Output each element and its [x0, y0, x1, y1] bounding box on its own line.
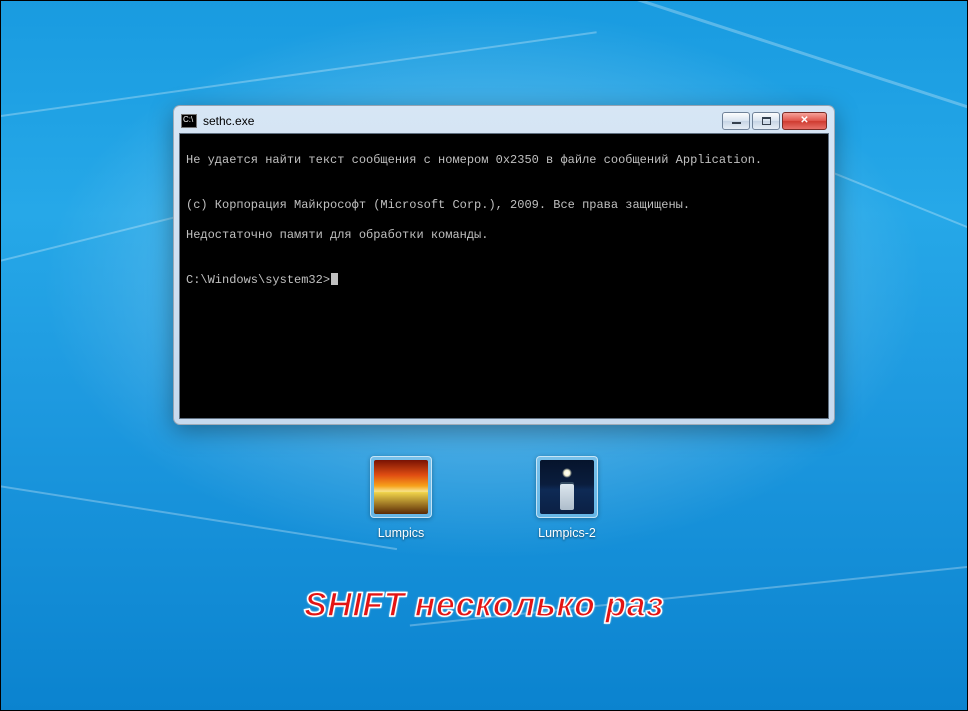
user-label: Lumpics-2 [538, 526, 596, 540]
console-prompt: C:\Windows\system32> [186, 273, 330, 288]
user-tile-lumpics[interactable]: Lumpics [370, 456, 432, 540]
close-icon: ✕ [800, 115, 808, 126]
cmd-icon: C:\ [181, 114, 197, 128]
avatar-lighthouse-icon [540, 460, 594, 514]
window-title: sethc.exe [203, 114, 714, 128]
window-titlebar[interactable]: C:\ sethc.exe ✕ [179, 111, 829, 133]
minimize-icon [732, 122, 741, 124]
command-prompt-window[interactable]: C:\ sethc.exe ✕ Не удается найти текст с… [173, 105, 835, 425]
close-button[interactable]: ✕ [782, 112, 827, 130]
console-output[interactable]: Не удается найти текст сообщения с номер… [179, 133, 829, 419]
console-line: Не удается найти текст сообщения с номер… [186, 153, 822, 168]
maximize-button[interactable] [752, 112, 780, 130]
cmd-icon-text: C:\ [183, 115, 193, 124]
user-tile-lumpics-2[interactable]: Lumpics-2 [536, 456, 598, 540]
minimize-button[interactable] [722, 112, 750, 130]
console-line: Недостаточно памяти для обработки команд… [186, 228, 822, 243]
avatar-frame [536, 456, 598, 518]
avatar-frame [370, 456, 432, 518]
annotation-text: SHIFT несколько раз [0, 586, 968, 625]
windows-login-desktop: C:\ sethc.exe ✕ Не удается найти текст с… [0, 0, 968, 711]
user-label: Lumpics [378, 526, 425, 540]
console-line: (c) Корпорация Майкрософт (Microsoft Cor… [186, 198, 822, 213]
avatar-flower-icon [374, 460, 428, 514]
cursor [331, 273, 338, 285]
window-control-buttons: ✕ [720, 112, 827, 130]
maximize-icon [762, 117, 771, 125]
user-accounts-row: Lumpics Lumpics-2 [0, 456, 968, 540]
